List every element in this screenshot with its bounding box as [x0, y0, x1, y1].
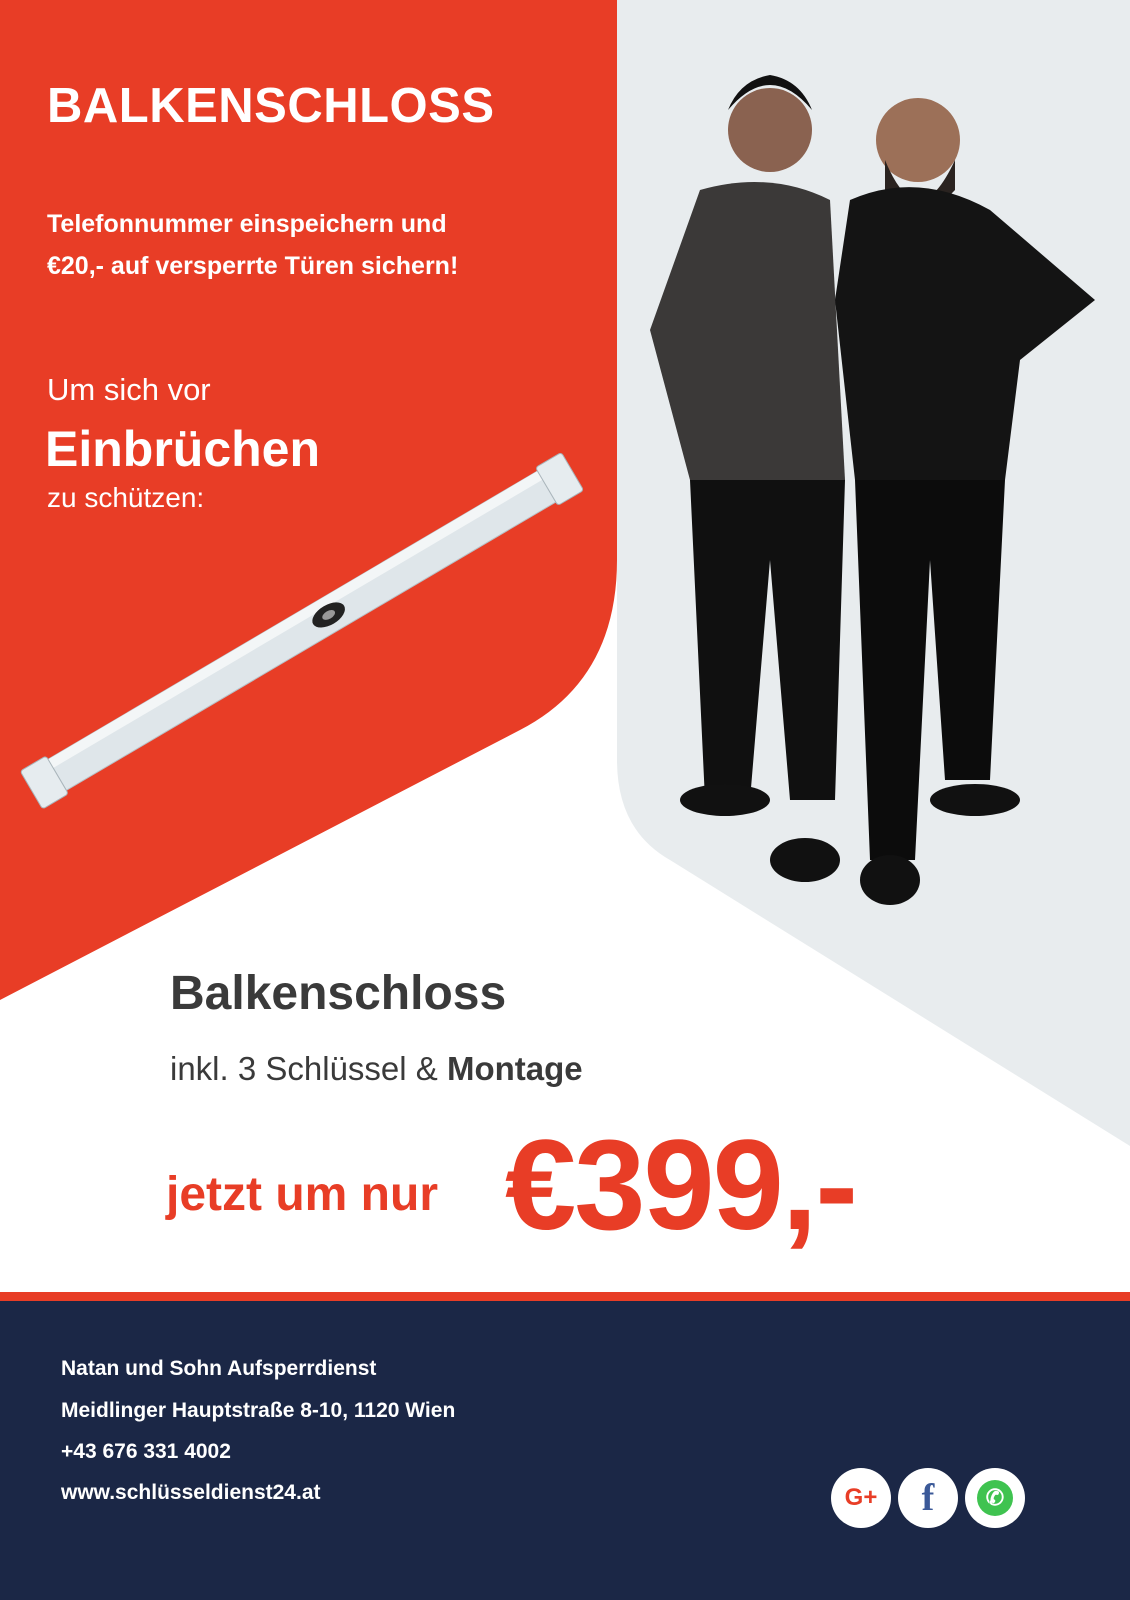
product-includes: inkl. 3 Schlüssel & Montage	[170, 1050, 583, 1088]
tagline-line-2: Einbrüchen	[45, 421, 321, 477]
includes-bold: Montage	[446, 1050, 583, 1087]
product-name: Balkenschloss	[170, 967, 507, 1020]
whatsapp-glyph: ✆	[977, 1480, 1013, 1516]
includes-text: inkl. 3 Schlüssel &	[170, 1050, 447, 1087]
address: Meidlinger Hauptstraße 8-10, 1120 Wien	[61, 1399, 456, 1422]
tagline-line-1: Um sich vor	[47, 372, 211, 407]
tagline-line-3: zu schützen:	[47, 482, 205, 513]
price-lead: jetzt um nur	[166, 1168, 438, 1221]
website-link[interactable]: www.schlüsseldienst24.at	[61, 1481, 321, 1505]
phone-link[interactable]: +43 676 331 4002	[61, 1440, 231, 1464]
facebook-icon[interactable]: f	[898, 1468, 958, 1528]
price: €399,-	[505, 1114, 858, 1257]
promo-text: Telefonnummer einspeichern und €20,- auf…	[47, 210, 459, 280]
google-plus-icon[interactable]: G+	[831, 1468, 891, 1528]
whatsapp-icon[interactable]: ✆	[965, 1468, 1025, 1528]
company-name: Natan und Sohn Aufsperrdienst	[61, 1357, 377, 1380]
headline: BALKENSCHLOSS	[47, 79, 495, 133]
